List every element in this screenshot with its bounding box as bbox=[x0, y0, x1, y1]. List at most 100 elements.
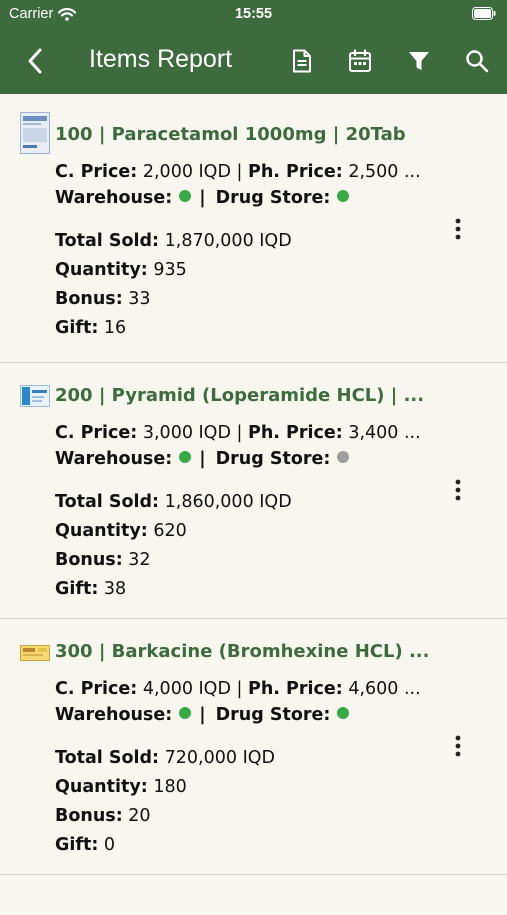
total-sold-label: Total Sold: bbox=[55, 492, 160, 512]
warehouse-label: Warehouse: bbox=[55, 705, 173, 725]
cost-price-value: 3,000 IQD bbox=[142, 423, 231, 443]
gift-value: 16 bbox=[103, 318, 127, 338]
cost-price-label: C. Price: bbox=[55, 423, 138, 443]
item-title: 200 | Pyramid (Loperamide HCL) | ... bbox=[55, 385, 425, 406]
cost-price-value: 4,000 IQD bbox=[142, 679, 231, 699]
gift-label: Gift: bbox=[55, 579, 99, 599]
export-document-button[interactable] bbox=[288, 47, 316, 75]
quantity-label: Quantity: bbox=[55, 777, 148, 797]
gift-label: Gift: bbox=[55, 835, 99, 855]
item-title: 100 | Paracetamol 1000mg | 20Tab bbox=[55, 124, 406, 145]
total-sold-label: Total Sold: bbox=[55, 231, 160, 251]
price-separator: | bbox=[236, 162, 243, 182]
warehouse-status-dot bbox=[179, 190, 192, 202]
total-sold-value: 1,870,000 IQD bbox=[164, 231, 292, 251]
quantity-value: 180 bbox=[153, 777, 187, 797]
gift-value: 38 bbox=[103, 579, 127, 599]
pharmacy-price-label: Ph. Price: bbox=[248, 162, 343, 182]
price-line: C. Price: 2,000 IQD | Ph. Price: 2,500 .… bbox=[55, 162, 421, 182]
item-menu-button[interactable] bbox=[450, 476, 466, 504]
more-vertical-icon bbox=[455, 218, 461, 240]
cost-price-label: C. Price: bbox=[55, 679, 138, 699]
bonus-value: 33 bbox=[128, 289, 151, 309]
items-list: 100 | Paracetamol 1000mg | 20Tab C. Pric… bbox=[0, 94, 507, 915]
price-line: C. Price: 4,000 IQD | Ph. Price: 4,600 .… bbox=[55, 679, 421, 699]
item-card[interactable]: 300 | Barkacine (Bromhexine HCL) ... C. … bbox=[0, 619, 507, 875]
warehouse-label: Warehouse: bbox=[55, 449, 173, 469]
availability-line: Warehouse: | Drug Store: bbox=[55, 449, 350, 469]
warehouse-status-dot bbox=[179, 707, 192, 719]
availability-separator: | bbox=[199, 188, 206, 208]
gift-value: 0 bbox=[103, 835, 116, 855]
gift-line: Gift: 0 bbox=[55, 835, 115, 855]
bonus-label: Bonus: bbox=[55, 289, 123, 309]
quantity-value: 935 bbox=[153, 260, 187, 280]
quantity-label: Quantity: bbox=[55, 521, 148, 541]
status-time: 15:55 bbox=[234, 6, 273, 22]
product-thumbnail-paracetamol bbox=[20, 112, 50, 154]
availability-line: Warehouse: | Drug Store: bbox=[55, 188, 350, 208]
gift-line: Gift: 38 bbox=[55, 579, 126, 599]
quantity-line: Quantity: 935 bbox=[55, 260, 187, 280]
availability-separator: | bbox=[199, 449, 206, 469]
availability-line: Warehouse: | Drug Store: bbox=[55, 705, 350, 725]
cost-price-value: 2,000 IQD bbox=[142, 162, 231, 182]
drug-store-label: Drug Store: bbox=[215, 449, 331, 469]
filter-icon bbox=[409, 52, 429, 70]
app-header: Carrier 15:55 Items Report bbox=[0, 0, 507, 94]
drug-store-status-dot bbox=[337, 707, 350, 719]
item-title: 300 | Barkacine (Bromhexine HCL) ... bbox=[55, 641, 430, 662]
document-icon bbox=[293, 49, 311, 73]
bonus-label: Bonus: bbox=[55, 806, 123, 826]
calendar-icon bbox=[349, 49, 371, 72]
date-range-button[interactable] bbox=[346, 47, 374, 75]
quantity-label: Quantity: bbox=[55, 260, 148, 280]
pharmacy-price-label: Ph. Price: bbox=[248, 679, 343, 699]
bonus-value: 32 bbox=[128, 550, 151, 570]
more-vertical-icon bbox=[455, 735, 461, 757]
drug-store-status-dot bbox=[337, 451, 350, 463]
status-bar: Carrier 15:55 bbox=[0, 0, 507, 30]
product-thumbnail-barkacine bbox=[20, 645, 50, 661]
warehouse-label: Warehouse: bbox=[55, 188, 173, 208]
quantity-value: 620 bbox=[153, 521, 187, 541]
navigation-bar: Items Report bbox=[0, 34, 507, 88]
battery-icon bbox=[472, 7, 496, 20]
warehouse-status-dot bbox=[179, 451, 192, 463]
back-chevron-icon bbox=[28, 48, 42, 74]
drug-store-label: Drug Store: bbox=[215, 705, 331, 725]
total-sold-value: 1,860,000 IQD bbox=[164, 492, 292, 512]
filter-button[interactable] bbox=[405, 47, 433, 75]
quantity-line: Quantity: 620 bbox=[55, 521, 187, 541]
drug-store-label: Drug Store: bbox=[215, 188, 331, 208]
bonus-line: Bonus: 20 bbox=[55, 806, 151, 826]
item-card[interactable]: 200 | Pyramid (Loperamide HCL) | ... C. … bbox=[0, 363, 507, 619]
item-menu-button[interactable] bbox=[450, 732, 466, 760]
search-icon bbox=[466, 50, 489, 73]
bonus-line: Bonus: 33 bbox=[55, 289, 151, 309]
price-separator: | bbox=[236, 679, 243, 699]
search-button[interactable] bbox=[463, 47, 491, 75]
more-vertical-icon bbox=[455, 479, 461, 501]
page-title: Items Report bbox=[89, 45, 233, 73]
availability-separator: | bbox=[199, 705, 206, 725]
item-card[interactable]: 100 | Paracetamol 1000mg | 20Tab C. Pric… bbox=[0, 94, 507, 363]
pharmacy-price-label: Ph. Price: bbox=[248, 423, 343, 443]
pharmacy-price-value: 2,500 ... bbox=[348, 162, 421, 182]
cost-price-label: C. Price: bbox=[55, 162, 138, 182]
item-card-partial[interactable] bbox=[0, 875, 507, 915]
product-thumbnail-pyramid bbox=[20, 385, 50, 407]
back-button[interactable] bbox=[20, 46, 50, 76]
pharmacy-price-value: 3,400 ... bbox=[348, 423, 421, 443]
total-sold-line: Total Sold: 1,870,000 IQD bbox=[55, 231, 292, 251]
item-menu-button[interactable] bbox=[450, 215, 466, 243]
total-sold-value: 720,000 IQD bbox=[164, 748, 275, 768]
total-sold-line: Total Sold: 1,860,000 IQD bbox=[55, 492, 292, 512]
gift-line: Gift: 16 bbox=[55, 318, 126, 338]
bonus-label: Bonus: bbox=[55, 550, 123, 570]
price-separator: | bbox=[236, 423, 243, 443]
gift-label: Gift: bbox=[55, 318, 99, 338]
bonus-value: 20 bbox=[128, 806, 151, 826]
quantity-line: Quantity: 180 bbox=[55, 777, 187, 797]
price-line: C. Price: 3,000 IQD | Ph. Price: 3,400 .… bbox=[55, 423, 421, 443]
